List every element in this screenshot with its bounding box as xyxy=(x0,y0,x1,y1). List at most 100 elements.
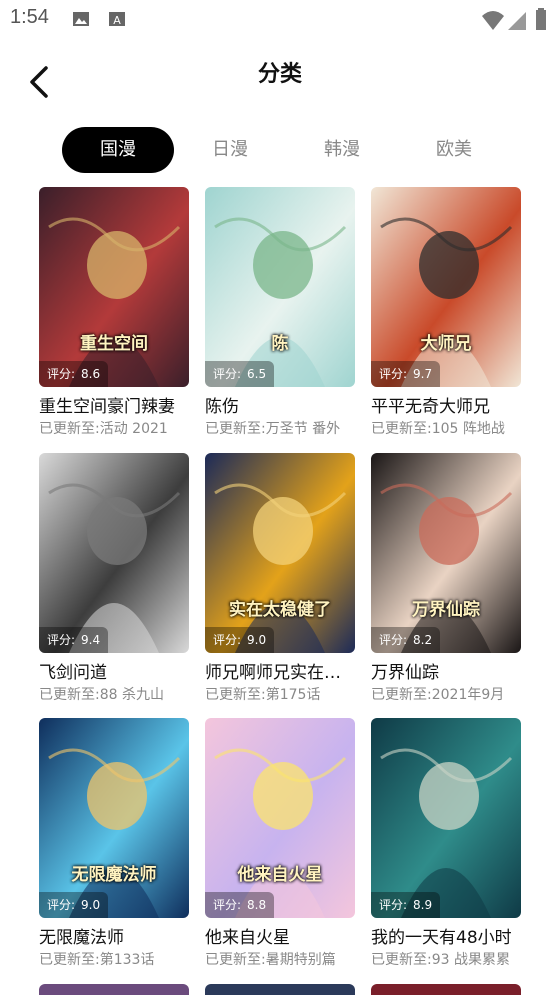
comic-update-status: 已更新至:2021年9月 xyxy=(371,684,521,704)
update-prefix: 已更新至: xyxy=(39,687,100,703)
rating-badge: 评分: 8.9 xyxy=(371,892,441,918)
wifi-icon xyxy=(482,11,504,30)
comic-grid: 重生空间 评分: 8.6 重生空间豪门辣妻 已更新至:活动 2021 陈评分: 6.5 陈伤已… xyxy=(0,187,560,995)
rating-badge: 评分: 9.4 xyxy=(39,627,109,653)
cellular-signal-icon xyxy=(508,12,526,30)
comic-update-status: 已更新至:88 杀九山 xyxy=(39,684,189,704)
category-tabs: 国漫 日漫 韩漫 欧美 xyxy=(62,127,522,173)
comic-cover-title: 实在太稳健了 xyxy=(229,600,331,620)
comic-update-status: 已更新至:93 战果累累 xyxy=(371,949,521,969)
update-prefix: 已更新至: xyxy=(371,952,432,968)
update-prefix: 已更新至: xyxy=(205,421,266,437)
comic-cover-image[interactable]: 他来自火星评分: 8.8 xyxy=(205,718,355,918)
comic-title[interactable]: 陈伤 xyxy=(205,392,355,417)
comic-update-status: 已更新至:第133话 xyxy=(39,949,189,969)
image-notification-icon xyxy=(73,12,89,26)
rating-badge: 评分: 9.0 xyxy=(39,892,109,918)
update-chapter: 第133话 xyxy=(99,952,155,968)
update-prefix: 已更新至: xyxy=(39,421,100,437)
comic-cover-image[interactable]: 实在太稳健了评分: 9.0 xyxy=(205,453,355,653)
comic-cover-image[interactable]: 重生空间评分: 8.6 xyxy=(39,187,189,387)
text-notification-icon: A xyxy=(109,12,125,27)
update-prefix: 已更新至: xyxy=(205,687,266,703)
rating-badge: 评分: 8.8 xyxy=(205,892,275,918)
rating-label: 评分: xyxy=(213,367,242,381)
rating-value: 8.2 xyxy=(413,633,433,647)
rating-label: 评分: xyxy=(379,633,408,647)
tab-guoman[interactable]: 国漫 xyxy=(62,127,174,173)
comic-title[interactable]: 平平无奇大师兄 xyxy=(371,392,521,417)
rating-label: 评分: xyxy=(379,898,408,912)
rating-label: 评分: xyxy=(47,633,76,647)
rating-badge: 评分: 9.0 xyxy=(205,627,275,653)
comic-update-status: 已更新至:第175话 xyxy=(205,684,355,704)
comic-card[interactable]: 万界仙踪 评分: 8.2 万界仙踪 已更新至:2021年9月 xyxy=(371,453,521,703)
rating-value: 8.8 xyxy=(247,898,267,912)
comic-cover-title: 大师兄 xyxy=(420,334,472,354)
rating-value: 9.0 xyxy=(81,898,101,912)
comic-title[interactable]: 他来自火星 xyxy=(205,923,355,948)
comic-title[interactable]: 飞剑问道 xyxy=(39,658,189,683)
comic-card[interactable]: 评分: 9.4 飞剑问道 已更新至:88 杀九山 xyxy=(39,453,189,703)
update-prefix: 已更新至: xyxy=(205,952,266,968)
svg-text:A: A xyxy=(113,14,121,27)
rating-label: 评分: xyxy=(47,898,76,912)
comic-card[interactable]: 大师兄 评分: 9.7 平平无奇大师兄 已更新至:105 阵地战 xyxy=(371,187,521,437)
comic-cover-title: 陈 xyxy=(271,334,289,354)
comic-card[interactable]: 陈评分: 6.5 陈伤 已更新至:万圣节 番外 xyxy=(205,187,355,437)
comic-cover-image[interactable]: 大师兄评分: 9.7 xyxy=(371,187,521,387)
comic-cover-image[interactable]: 无限魔法师评分: 9.0 xyxy=(39,718,189,918)
comic-card[interactable]: 重生空间 评分: 8.6 重生空间豪门辣妻 已更新至:活动 2021 xyxy=(39,187,189,437)
comic-card-partial[interactable] xyxy=(371,984,521,995)
rating-label: 评分: xyxy=(379,367,408,381)
rating-badge: 评分: 6.5 xyxy=(205,361,275,387)
rating-badge: 评分: 8.2 xyxy=(371,627,441,653)
comic-update-status: 已更新至:105 阵地战 xyxy=(371,418,521,438)
comic-card-partial[interactable] xyxy=(39,984,189,995)
update-chapter: 88 杀九山 xyxy=(99,687,164,703)
comic-cover-image[interactable]: 评分: 8.9 xyxy=(371,718,521,918)
update-chapter: 第175话 xyxy=(265,687,321,703)
comic-card-partial[interactable] xyxy=(205,984,355,995)
comic-title[interactable]: 我的一天有48小时 xyxy=(371,923,521,948)
header: 分类 xyxy=(0,40,560,120)
rating-badge: 评分: 9.7 xyxy=(371,361,441,387)
rating-label: 评分: xyxy=(213,633,242,647)
comic-title[interactable]: 重生空间豪门辣妻 xyxy=(39,392,189,417)
tab-riman[interactable]: 日漫 xyxy=(174,127,286,173)
update-chapter: 暑期特别篇 xyxy=(265,952,336,968)
battery-icon xyxy=(536,8,546,30)
comic-cover-title: 重生空间 xyxy=(80,334,148,354)
update-prefix: 已更新至: xyxy=(371,421,432,437)
update-prefix: 已更新至: xyxy=(39,952,100,968)
rating-badge: 评分: 8.6 xyxy=(39,361,109,387)
comic-card[interactable]: 他来自火星 评分: 8.8 他来自火星 已更新至:暑期特别篇 xyxy=(205,718,355,968)
update-chapter: 105 阵地战 xyxy=(431,421,505,437)
comic-cover-title: 无限魔法师 xyxy=(71,865,157,885)
comic-update-status: 已更新至:活动 2021 xyxy=(39,418,189,438)
comic-card[interactable]: 评分: 8.9 我的一天有48小时 已更新至:93 战果累累 xyxy=(371,718,521,968)
comic-title[interactable]: 无限魔法师 xyxy=(39,923,189,948)
update-chapter: 活动 2021 xyxy=(99,421,168,437)
rating-label: 评分: xyxy=(47,367,76,381)
comic-cover-image[interactable]: 评分: 9.4 xyxy=(39,453,189,653)
update-chapter: 万圣节 番外 xyxy=(265,421,341,437)
rating-value: 9.4 xyxy=(81,633,101,647)
rating-label: 评分: xyxy=(213,898,242,912)
comic-update-status: 已更新至:暑期特别篇 xyxy=(205,949,355,969)
tab-oumei[interactable]: 欧美 xyxy=(398,127,510,173)
update-chapter: 2021年9月 xyxy=(431,687,505,703)
update-prefix: 已更新至: xyxy=(371,687,432,703)
rating-value: 9.0 xyxy=(247,633,267,647)
comic-card[interactable]: 无限魔法师 评分: 9.0 无限魔法师 已更新至:第133话 xyxy=(39,718,189,968)
comic-title[interactable]: 师兄啊师兄实在太稳健了 xyxy=(205,658,355,683)
comic-card[interactable]: 实在太稳健了评分: 9.0 师兄啊师兄实在太稳健了已更新至:第175话 xyxy=(205,453,355,703)
rating-value: 6.5 xyxy=(247,367,267,381)
status-bar: 1:54 A xyxy=(0,0,560,40)
comic-cover-image[interactable]: 万界仙踪 评分: 8.2 xyxy=(371,453,521,653)
tab-hanman[interactable]: 韩漫 xyxy=(286,127,398,173)
comic-cover-image[interactable]: 陈评分: 6.5 xyxy=(205,187,355,387)
comic-cover-title: 他来自火星 xyxy=(237,865,323,885)
comic-title[interactable]: 万界仙踪 xyxy=(371,658,521,683)
comic-update-status: 已更新至:万圣节 番外 xyxy=(205,418,355,438)
